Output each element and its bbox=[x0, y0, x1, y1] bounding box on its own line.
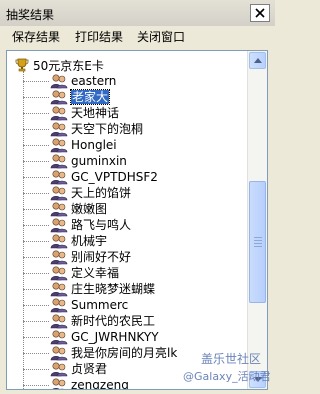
tree-connector bbox=[23, 273, 49, 275]
tree-connector bbox=[23, 257, 49, 259]
user-group-icon bbox=[50, 122, 68, 137]
prize-name: 50元京东E卡 bbox=[33, 59, 104, 73]
thumb-grip bbox=[254, 243, 262, 244]
watermark-handle: @Galaxy_活动君 bbox=[183, 370, 271, 383]
watermark: 盖乐世社区 @Galaxy_活动君 bbox=[183, 346, 271, 390]
winner-name: guminxin bbox=[71, 154, 127, 168]
user-group-icon bbox=[50, 170, 68, 185]
winner-name: GC_VPTDHSF2 bbox=[71, 170, 158, 184]
user-group-icon bbox=[50, 250, 68, 265]
menu-bar: 保存结果 打印结果 关闭窗口 bbox=[0, 26, 275, 48]
list-item[interactable]: 天地神话 bbox=[7, 105, 237, 121]
user-group-icon bbox=[52, 378, 66, 389]
list-item[interactable]: 定义幸福 bbox=[7, 265, 237, 281]
list-item[interactable]: guminxin bbox=[7, 153, 237, 169]
list-item[interactable]: 天空下的泡桐 bbox=[7, 121, 237, 137]
scroll-thumb[interactable] bbox=[249, 181, 266, 303]
winner-name: GC_JWRHNKYY bbox=[71, 330, 159, 344]
user-group-icon bbox=[50, 90, 68, 105]
list-item[interactable]: 庄生晓梦迷蝴蝶 bbox=[7, 281, 237, 297]
results-tree-panel[interactable]: 50元京东E卡 eastern 老家大 天地神话天空下的泡桐 Honglei gumin… bbox=[6, 50, 268, 390]
list-item[interactable]: GC_VPTDHSF2 bbox=[7, 169, 237, 185]
thumb-grip bbox=[254, 246, 262, 247]
tree-connector bbox=[23, 337, 49, 339]
list-item[interactable]: 天上的馅饼 bbox=[7, 185, 237, 201]
tree-connector bbox=[23, 97, 49, 99]
winner-name: 机械宇 bbox=[71, 234, 108, 248]
user-group-icon bbox=[50, 346, 68, 361]
thumb-grip bbox=[254, 240, 262, 241]
list-item[interactable]: 别闹好不好 bbox=[7, 249, 237, 265]
window-title: 抽奖结果 bbox=[6, 8, 55, 22]
winner-name: 庄生晓梦迷蝴蝶 bbox=[71, 282, 156, 296]
user-group-icon bbox=[50, 154, 68, 169]
winner-name: 老家大 bbox=[69, 89, 111, 105]
winner-name: 别闹好不好 bbox=[71, 250, 132, 264]
trophy-icon bbox=[15, 58, 29, 72]
list-item[interactable]: 机械宇 bbox=[7, 233, 237, 249]
list-item[interactable]: 老家大 bbox=[7, 89, 237, 105]
user-group-icon bbox=[50, 218, 68, 233]
list-item[interactable]: Summerc bbox=[7, 297, 237, 313]
user-group-icon bbox=[50, 266, 68, 281]
winner-name: Honglei bbox=[71, 138, 117, 152]
tree-connector bbox=[23, 321, 49, 323]
winner-name: 天地神话 bbox=[71, 106, 120, 120]
tree-connector bbox=[23, 241, 49, 243]
tree-connector bbox=[23, 129, 49, 131]
tree-connector bbox=[23, 161, 49, 163]
tree-connector bbox=[23, 385, 49, 387]
tree-connector bbox=[23, 145, 49, 147]
winner-name: 贞贤君 bbox=[71, 362, 108, 376]
close-button[interactable] bbox=[250, 4, 270, 22]
user-group-icon bbox=[50, 74, 68, 89]
user-group-icon bbox=[50, 330, 68, 345]
winner-name: 定义幸福 bbox=[71, 266, 120, 280]
user-group-icon bbox=[50, 106, 68, 121]
tree-connector bbox=[23, 113, 49, 115]
close-icon bbox=[255, 8, 265, 18]
winner-name: 新时代的农民工 bbox=[71, 314, 156, 328]
list-item[interactable]: 新时代的农民工 bbox=[7, 313, 237, 329]
tree-connector bbox=[23, 369, 49, 371]
tree-connector bbox=[23, 353, 49, 355]
list-item[interactable]: Honglei bbox=[7, 137, 237, 153]
list-item[interactable]: 路飞与鸣人 bbox=[7, 217, 237, 233]
user-group-icon bbox=[50, 282, 68, 297]
save-results-menu[interactable]: 保存结果 bbox=[12, 29, 60, 45]
winner-name: 天上的馅饼 bbox=[71, 186, 132, 200]
winner-name: 天空下的泡桐 bbox=[71, 122, 144, 136]
list-item[interactable]: GC_JWRHNKYY bbox=[7, 329, 237, 345]
list-item[interactable]: eastern bbox=[7, 73, 237, 89]
user-group-icon bbox=[50, 234, 68, 249]
user-group-icon bbox=[50, 362, 68, 377]
winner-name: 我是你房间的月亮lk bbox=[71, 346, 178, 360]
scroll-up-button[interactable] bbox=[249, 52, 266, 69]
thumb-grip bbox=[254, 237, 262, 238]
user-group-icon bbox=[50, 186, 68, 201]
tree-connector bbox=[23, 193, 49, 195]
winner-name: zengzeng bbox=[71, 378, 129, 390]
tree-connector bbox=[23, 225, 49, 227]
tree-connector bbox=[23, 177, 49, 179]
winner-name: Summerc bbox=[71, 298, 129, 312]
vertical-scrollbar[interactable] bbox=[247, 51, 267, 389]
user-group-icon bbox=[50, 314, 68, 329]
print-results-menu[interactable]: 打印结果 bbox=[75, 29, 123, 45]
tree-connector bbox=[23, 289, 49, 291]
list-item[interactable]: 嫩嫩图 bbox=[7, 201, 237, 217]
arrow-up-icon bbox=[254, 58, 262, 63]
tree-connector bbox=[23, 209, 49, 211]
winner-name: 嫩嫩图 bbox=[71, 202, 108, 216]
watermark-community: 盖乐世社区 bbox=[201, 352, 262, 366]
winner-name: 路飞与鸣人 bbox=[71, 218, 132, 232]
user-group-icon bbox=[50, 138, 68, 153]
title-bar: 抽奖结果 bbox=[0, 0, 275, 27]
user-group-icon bbox=[50, 202, 68, 217]
close-window-menu[interactable]: 关闭窗口 bbox=[137, 29, 185, 45]
user-group-icon bbox=[50, 298, 68, 313]
tree-connector bbox=[23, 81, 49, 83]
winner-name: eastern bbox=[71, 74, 117, 88]
tree-connector bbox=[23, 305, 49, 307]
